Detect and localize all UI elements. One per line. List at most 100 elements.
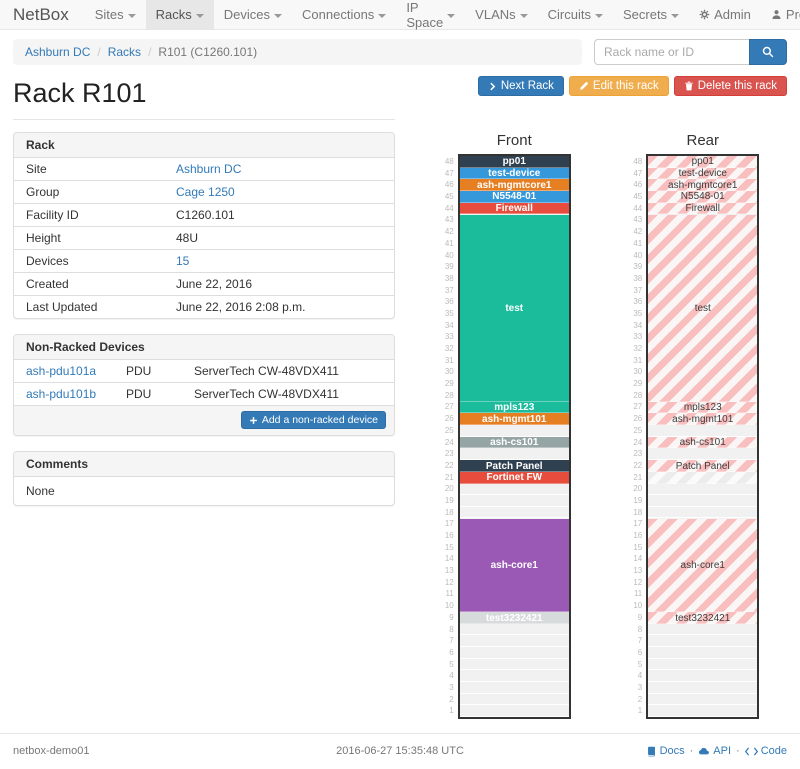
- top-navbar: NetBox SitesRacksDevicesConnectionsIP Sp…: [0, 0, 800, 30]
- nav-item-admin[interactable]: Admin: [689, 0, 761, 29]
- brand-logo[interactable]: NetBox: [0, 0, 85, 29]
- unit-number: 31: [438, 355, 458, 367]
- device-label: test: [695, 303, 711, 314]
- device-name-link[interactable]: ash-pdu101b: [26, 387, 96, 401]
- rack-search-input[interactable]: [594, 39, 749, 65]
- attr-value-link[interactable]: Ashburn DC: [176, 162, 241, 176]
- unit-number: 33: [438, 331, 458, 343]
- nav-item-devices[interactable]: Devices: [214, 0, 292, 29]
- unit-number: 8: [626, 624, 646, 636]
- unit-number: 38: [438, 273, 458, 285]
- footer-separator: ·: [690, 745, 694, 757]
- unit-number: 16: [626, 530, 646, 542]
- device-test-rear[interactable]: test: [648, 215, 757, 402]
- unit-number: 2: [438, 694, 458, 706]
- device-test-device-rear[interactable]: test-device: [648, 168, 757, 180]
- edit-this-rack-button[interactable]: Edit this rack: [569, 76, 669, 96]
- button-label: Edit this rack: [593, 80, 659, 92]
- device-n5548-01-front[interactable]: N5548-01: [460, 191, 569, 203]
- unit-number: 2: [626, 694, 646, 706]
- nav-item-secrets[interactable]: Secrets: [613, 0, 689, 29]
- attr-value: June 22, 2016: [176, 277, 252, 291]
- attr-label: Height: [14, 227, 164, 250]
- attr-label: Site: [14, 158, 164, 181]
- non-racked-devices-panel: Non-Racked Devices ash-pdu101aPDUServerT…: [13, 334, 395, 436]
- unit-number: 4: [438, 670, 458, 682]
- unit-number: 32: [438, 343, 458, 355]
- rack-unit-slot: [460, 670, 569, 682]
- delete-this-rack-button[interactable]: Delete this rack: [674, 76, 787, 96]
- unit-number: 39: [438, 261, 458, 273]
- nav-item-racks[interactable]: Racks: [146, 0, 214, 29]
- attr-value-cell: Ashburn DC: [164, 158, 394, 181]
- footer-timestamp: 2016-06-27 15:35:48 UTC: [271, 745, 529, 757]
- device-model-cell: ServerTech CW-48VDX411: [182, 360, 394, 383]
- nav-item-circuits[interactable]: Circuits: [538, 0, 613, 29]
- person-icon: [771, 9, 782, 20]
- device-firewall-front[interactable]: Firewall: [460, 203, 569, 215]
- unit-numbers: 4847464544434241403938373635343332313029…: [438, 154, 458, 719]
- attr-value-link[interactable]: Cage 1250: [176, 185, 235, 199]
- page-title: Rack R101: [13, 78, 147, 109]
- device-name-cell: ash-pdu101b: [14, 383, 126, 406]
- unit-number: 42: [626, 226, 646, 238]
- nav-item-profile[interactable]: Profile: [761, 0, 800, 29]
- unit-number: 11: [626, 588, 646, 600]
- search-button[interactable]: [749, 39, 787, 65]
- unit-number: 3: [438, 682, 458, 694]
- device-label: Patch Panel: [676, 461, 730, 472]
- device-pp01-rear[interactable]: pp01: [648, 156, 757, 168]
- device-ash-mgmt101-front[interactable]: ash-mgmt101: [460, 413, 569, 425]
- rack-attr-row: CreatedJune 22, 2016: [14, 273, 394, 296]
- device-name-link[interactable]: ash-pdu101a: [26, 364, 96, 378]
- nav-item-vlans[interactable]: VLANs: [465, 0, 537, 29]
- device-test3232421-front[interactable]: test3232421: [460, 612, 569, 624]
- unit-number: 9: [626, 612, 646, 624]
- rack-unit-slot: [460, 705, 569, 717]
- device-firewall-rear[interactable]: Firewall: [648, 203, 757, 215]
- device-test-front[interactable]: test: [460, 215, 569, 402]
- device-test-device-front[interactable]: test-device: [460, 168, 569, 180]
- unit-number: 7: [438, 635, 458, 647]
- device-patch-panel-front[interactable]: Patch Panel: [460, 460, 569, 472]
- footer-link-docs[interactable]: Docs: [646, 745, 685, 757]
- device-n5548-01-rear[interactable]: N5548-01: [648, 191, 757, 203]
- code-icon: [745, 747, 758, 756]
- device-ash-mgmtcore1-front[interactable]: ash-mgmtcore1: [460, 179, 569, 191]
- breadcrumb-item-racks[interactable]: Racks: [108, 45, 141, 59]
- device-mpls123-rear[interactable]: mpls123: [648, 402, 757, 414]
- nav-item-sites[interactable]: Sites: [85, 0, 146, 29]
- device-mpls123-front[interactable]: mpls123: [460, 402, 569, 414]
- non-racked-device-row: ash-pdu101aPDUServerTech CW-48VDX411: [14, 360, 394, 383]
- device-ash-core1-front[interactable]: ash-core1: [460, 519, 569, 613]
- footer-link-api[interactable]: API: [698, 745, 731, 757]
- device-fortinet-fw-front[interactable]: Fortinet FW: [460, 472, 569, 484]
- unit-number: 1: [438, 705, 458, 717]
- nav-item-ip-space[interactable]: IP Space: [396, 0, 465, 29]
- footer-link-code[interactable]: Code: [745, 745, 787, 757]
- rack-unit-slot: [648, 647, 757, 659]
- device-label: ash-cs101: [490, 437, 538, 448]
- device-patch-panel-rear[interactable]: Patch Panel: [648, 460, 757, 472]
- device-test3232421-rear[interactable]: test3232421: [648, 612, 757, 624]
- attr-value-link[interactable]: 15: [176, 254, 189, 268]
- breadcrumb-item-r101-c1260-101: R101 (C1260.101): [158, 45, 257, 59]
- next-rack-button[interactable]: Next Rack: [478, 76, 564, 96]
- unit-number: 12: [438, 577, 458, 589]
- attr-value-cell: Cage 1250: [164, 181, 394, 204]
- nav-item-connections[interactable]: Connections: [292, 0, 396, 29]
- unit-number: 39: [626, 261, 646, 273]
- rack-attr-row: GroupCage 1250: [14, 181, 394, 204]
- device-ash-core1-rear[interactable]: ash-core1: [648, 519, 757, 613]
- device-ash-cs101-front[interactable]: ash-cs101: [460, 437, 569, 449]
- add-non-racked-device-button[interactable]: Add a non-racked device: [241, 411, 386, 429]
- device-ash-mgmt101-rear[interactable]: ash-mgmt101: [648, 413, 757, 425]
- cloud-icon: [698, 745, 710, 757]
- breadcrumb-item-ashburn-dc[interactable]: Ashburn DC: [25, 45, 90, 59]
- device-pp01-front[interactable]: pp01: [460, 156, 569, 168]
- device-ash-cs101-rear[interactable]: ash-cs101: [648, 437, 757, 449]
- caret-down-icon: [671, 14, 679, 18]
- footer-link-label: API: [713, 745, 731, 757]
- rack-attr-row: Height48U: [14, 227, 394, 250]
- device-ash-mgmtcore1-rear[interactable]: ash-mgmtcore1: [648, 179, 757, 191]
